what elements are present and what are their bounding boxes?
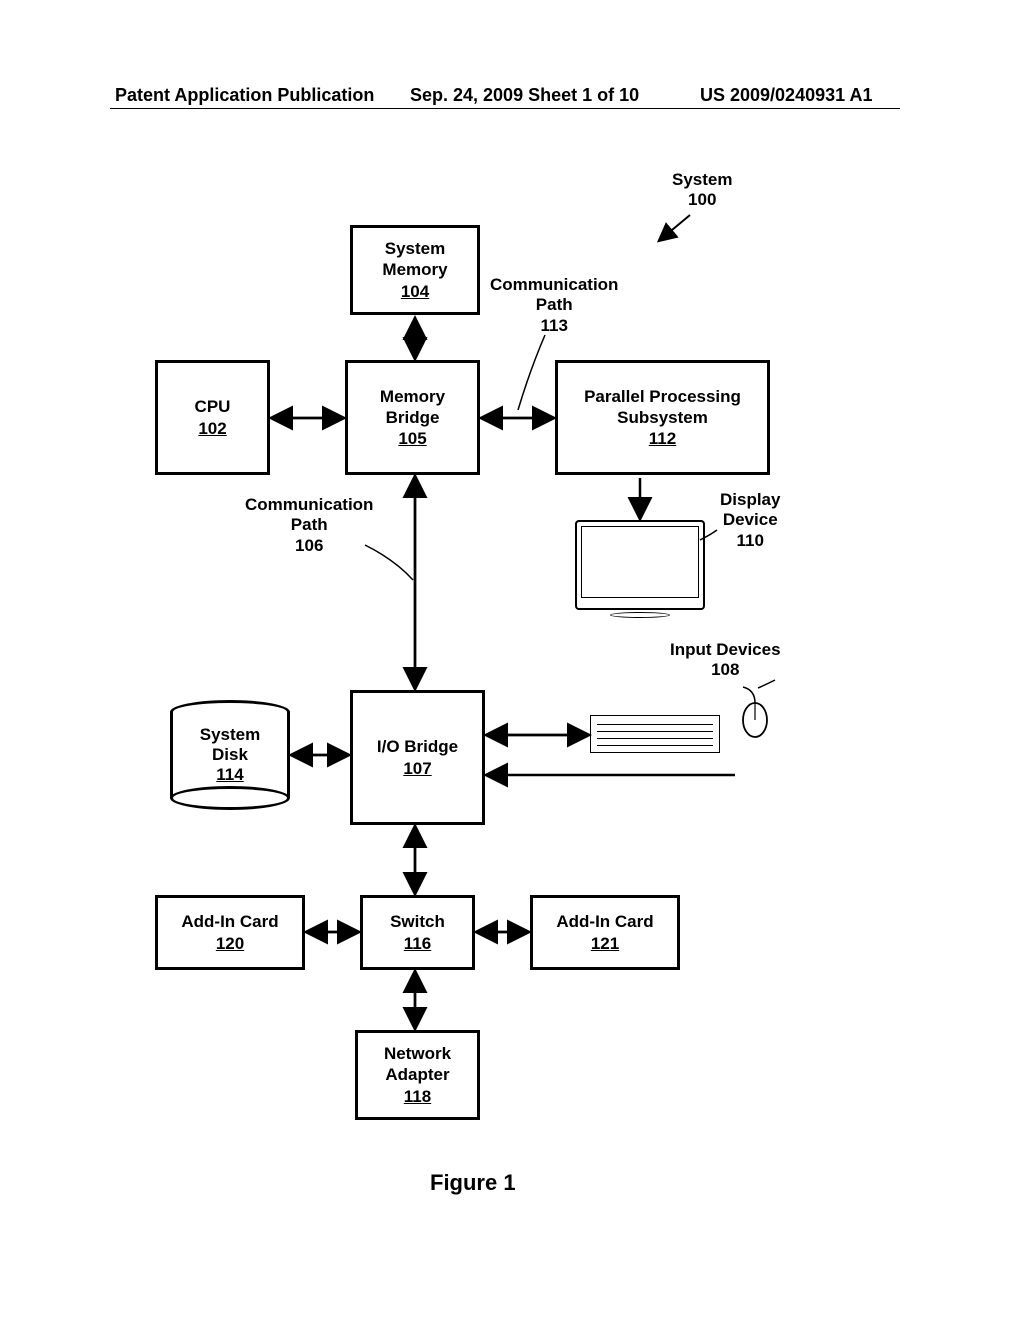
io-bridge-box: I/O Bridge 107 [350, 690, 485, 825]
memory-bridge-box: Memory Bridge 105 [345, 360, 480, 475]
diagram-area: System 100 System Memory 104 Communicati… [0, 160, 1024, 1260]
pub-number: US 2009/0240931 A1 [700, 85, 872, 106]
addin-121-box: Add-In Card 121 [530, 895, 680, 970]
date-sheet: Sep. 24, 2009 Sheet 1 of 10 [410, 85, 639, 106]
mouse-icon [735, 685, 775, 745]
comm-path-113-label: Communication Path 113 [490, 275, 618, 336]
header-rule [110, 108, 900, 109]
network-adapter-box: Network Adapter 118 [355, 1030, 480, 1120]
figure-caption: Figure 1 [430, 1170, 516, 1196]
pub-text: Patent Application Publication [115, 85, 374, 106]
system-label: System 100 [672, 170, 732, 211]
input-devices-label: Input Devices 108 [670, 640, 781, 681]
system-disk-cyl: System Disk 114 [170, 700, 290, 810]
cpu-box: CPU 102 [155, 360, 270, 475]
system-memory-box: System Memory 104 [350, 225, 480, 315]
pps-box: Parallel Processing Subsystem 112 [555, 360, 770, 475]
keyboard-icon [590, 715, 720, 753]
monitor-icon [575, 520, 705, 630]
switch-box: Switch 116 [360, 895, 475, 970]
comm-path-106-label: Communication Path 106 [245, 495, 373, 556]
addin-120-box: Add-In Card 120 [155, 895, 305, 970]
display-label: Display Device 110 [720, 490, 780, 551]
